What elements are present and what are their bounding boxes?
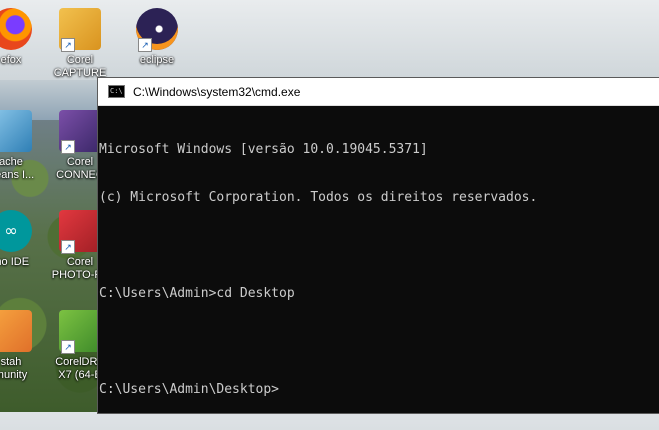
cmd-app-icon: C:\ [108, 85, 125, 98]
astah-icon [0, 310, 32, 352]
console-line: C:\Users\Admin>cd Desktop [99, 286, 295, 301]
window-title: C:\Windows\system32\cmd.exe [133, 84, 301, 99]
corel-photopaint-icon: ↗ [59, 210, 101, 254]
desktop-icon-label: ino IDE [0, 256, 30, 268]
shortcut-arrow-icon: ↗ [138, 38, 152, 52]
desktop-icon-astah[interactable]: stah munity [0, 310, 46, 382]
desktop-icon-netbeans[interactable]: ache Beans I... [0, 110, 46, 182]
desktop-icon-corel-capture[interactable]: ↗ Corel CAPTURE [45, 8, 115, 80]
desktop-icon-firefox[interactable]: efox [0, 8, 46, 67]
eclipse-icon: ↗ [136, 8, 178, 52]
corel-capture-icon: ↗ [59, 8, 101, 52]
corel-connect-icon: ↗ [59, 110, 101, 154]
desktop-icon-eclipse[interactable]: ↗ eclipse [122, 8, 192, 67]
shortcut-arrow-icon: ↗ [61, 140, 75, 154]
desktop-icon-label: ache Beans I... [0, 156, 35, 181]
console-line: (c) Microsoft Corporation. Todos os dire… [99, 190, 538, 205]
shortcut-arrow-icon: ↗ [61, 340, 75, 354]
desktop-icon-label: stah munity [0, 356, 28, 381]
shortcut-arrow-icon: ↗ [61, 240, 75, 254]
desktop-icon-label: efox [0, 54, 22, 66]
desktop-icon-arduino[interactable]: ∞ ino IDE [0, 210, 46, 269]
coreldraw-icon: ↗ [59, 310, 101, 354]
desktop-icon-label: eclipse [139, 54, 175, 66]
netbeans-icon [0, 110, 32, 152]
console-line: Microsoft Windows [versão 10.0.19045.537… [99, 142, 428, 157]
shortcut-arrow-icon: ↗ [61, 38, 75, 52]
cmd-window[interactable]: C:\ C:\Windows\system32\cmd.exe Microsof… [97, 77, 659, 414]
arduino-icon: ∞ [0, 210, 32, 252]
console-prompt-line[interactable]: C:\Users\Admin\Desktop> [99, 382, 659, 398]
console-output[interactable]: Microsoft Windows [versão 10.0.19045.537… [98, 106, 659, 430]
cmd-titlebar[interactable]: C:\ C:\Windows\system32\cmd.exe [98, 78, 659, 106]
firefox-icon [0, 8, 32, 50]
